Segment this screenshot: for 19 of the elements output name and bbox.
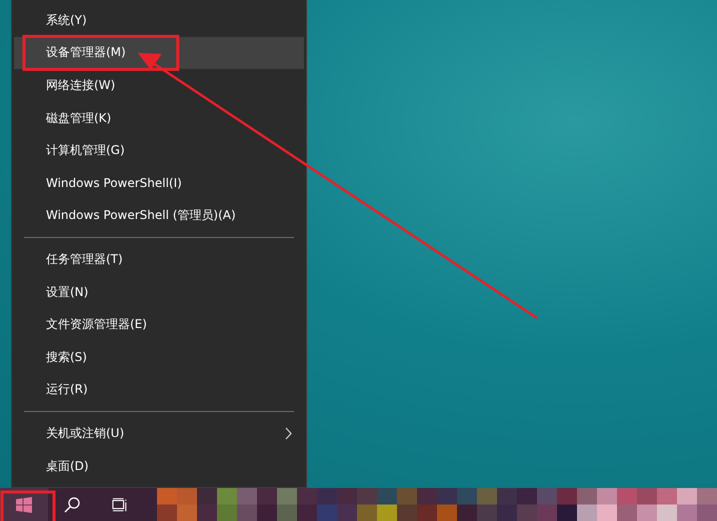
menu-item[interactable]: 设置(N) [14,276,304,308]
menu-item[interactable]: 搜索(S) [14,340,304,374]
menu-item[interactable]: 计算机管理(G) [14,134,304,167]
menu-item[interactable]: 运行(R) [14,374,304,406]
menu-item[interactable]: 网络连接(W) [14,69,304,102]
annotation-highlight-frame [0,490,56,521]
search-icon [64,496,80,512]
menu-item[interactable]: 关机或注销(U) [14,417,304,450]
task-view-icon [112,496,128,512]
menu-item[interactable]: 任务管理器(T) [14,243,304,276]
menu-item[interactable]: 文件资源管理器(E) [14,308,304,341]
menu-item[interactable]: 设备管理器(M) [14,36,304,70]
menu-item[interactable]: 系统(Y) [14,4,304,37]
menu-item[interactable]: Windows PowerShell (管理员)(A) [14,200,304,232]
menu-item[interactable]: Windows PowerShell(I) [14,166,304,200]
menu-item[interactable]: 桌面(D) [14,450,304,482]
chevron-right-icon [285,426,292,440]
windows-logo-icon [16,496,32,512]
menu-item[interactable]: 磁盘管理(K) [14,102,304,134]
